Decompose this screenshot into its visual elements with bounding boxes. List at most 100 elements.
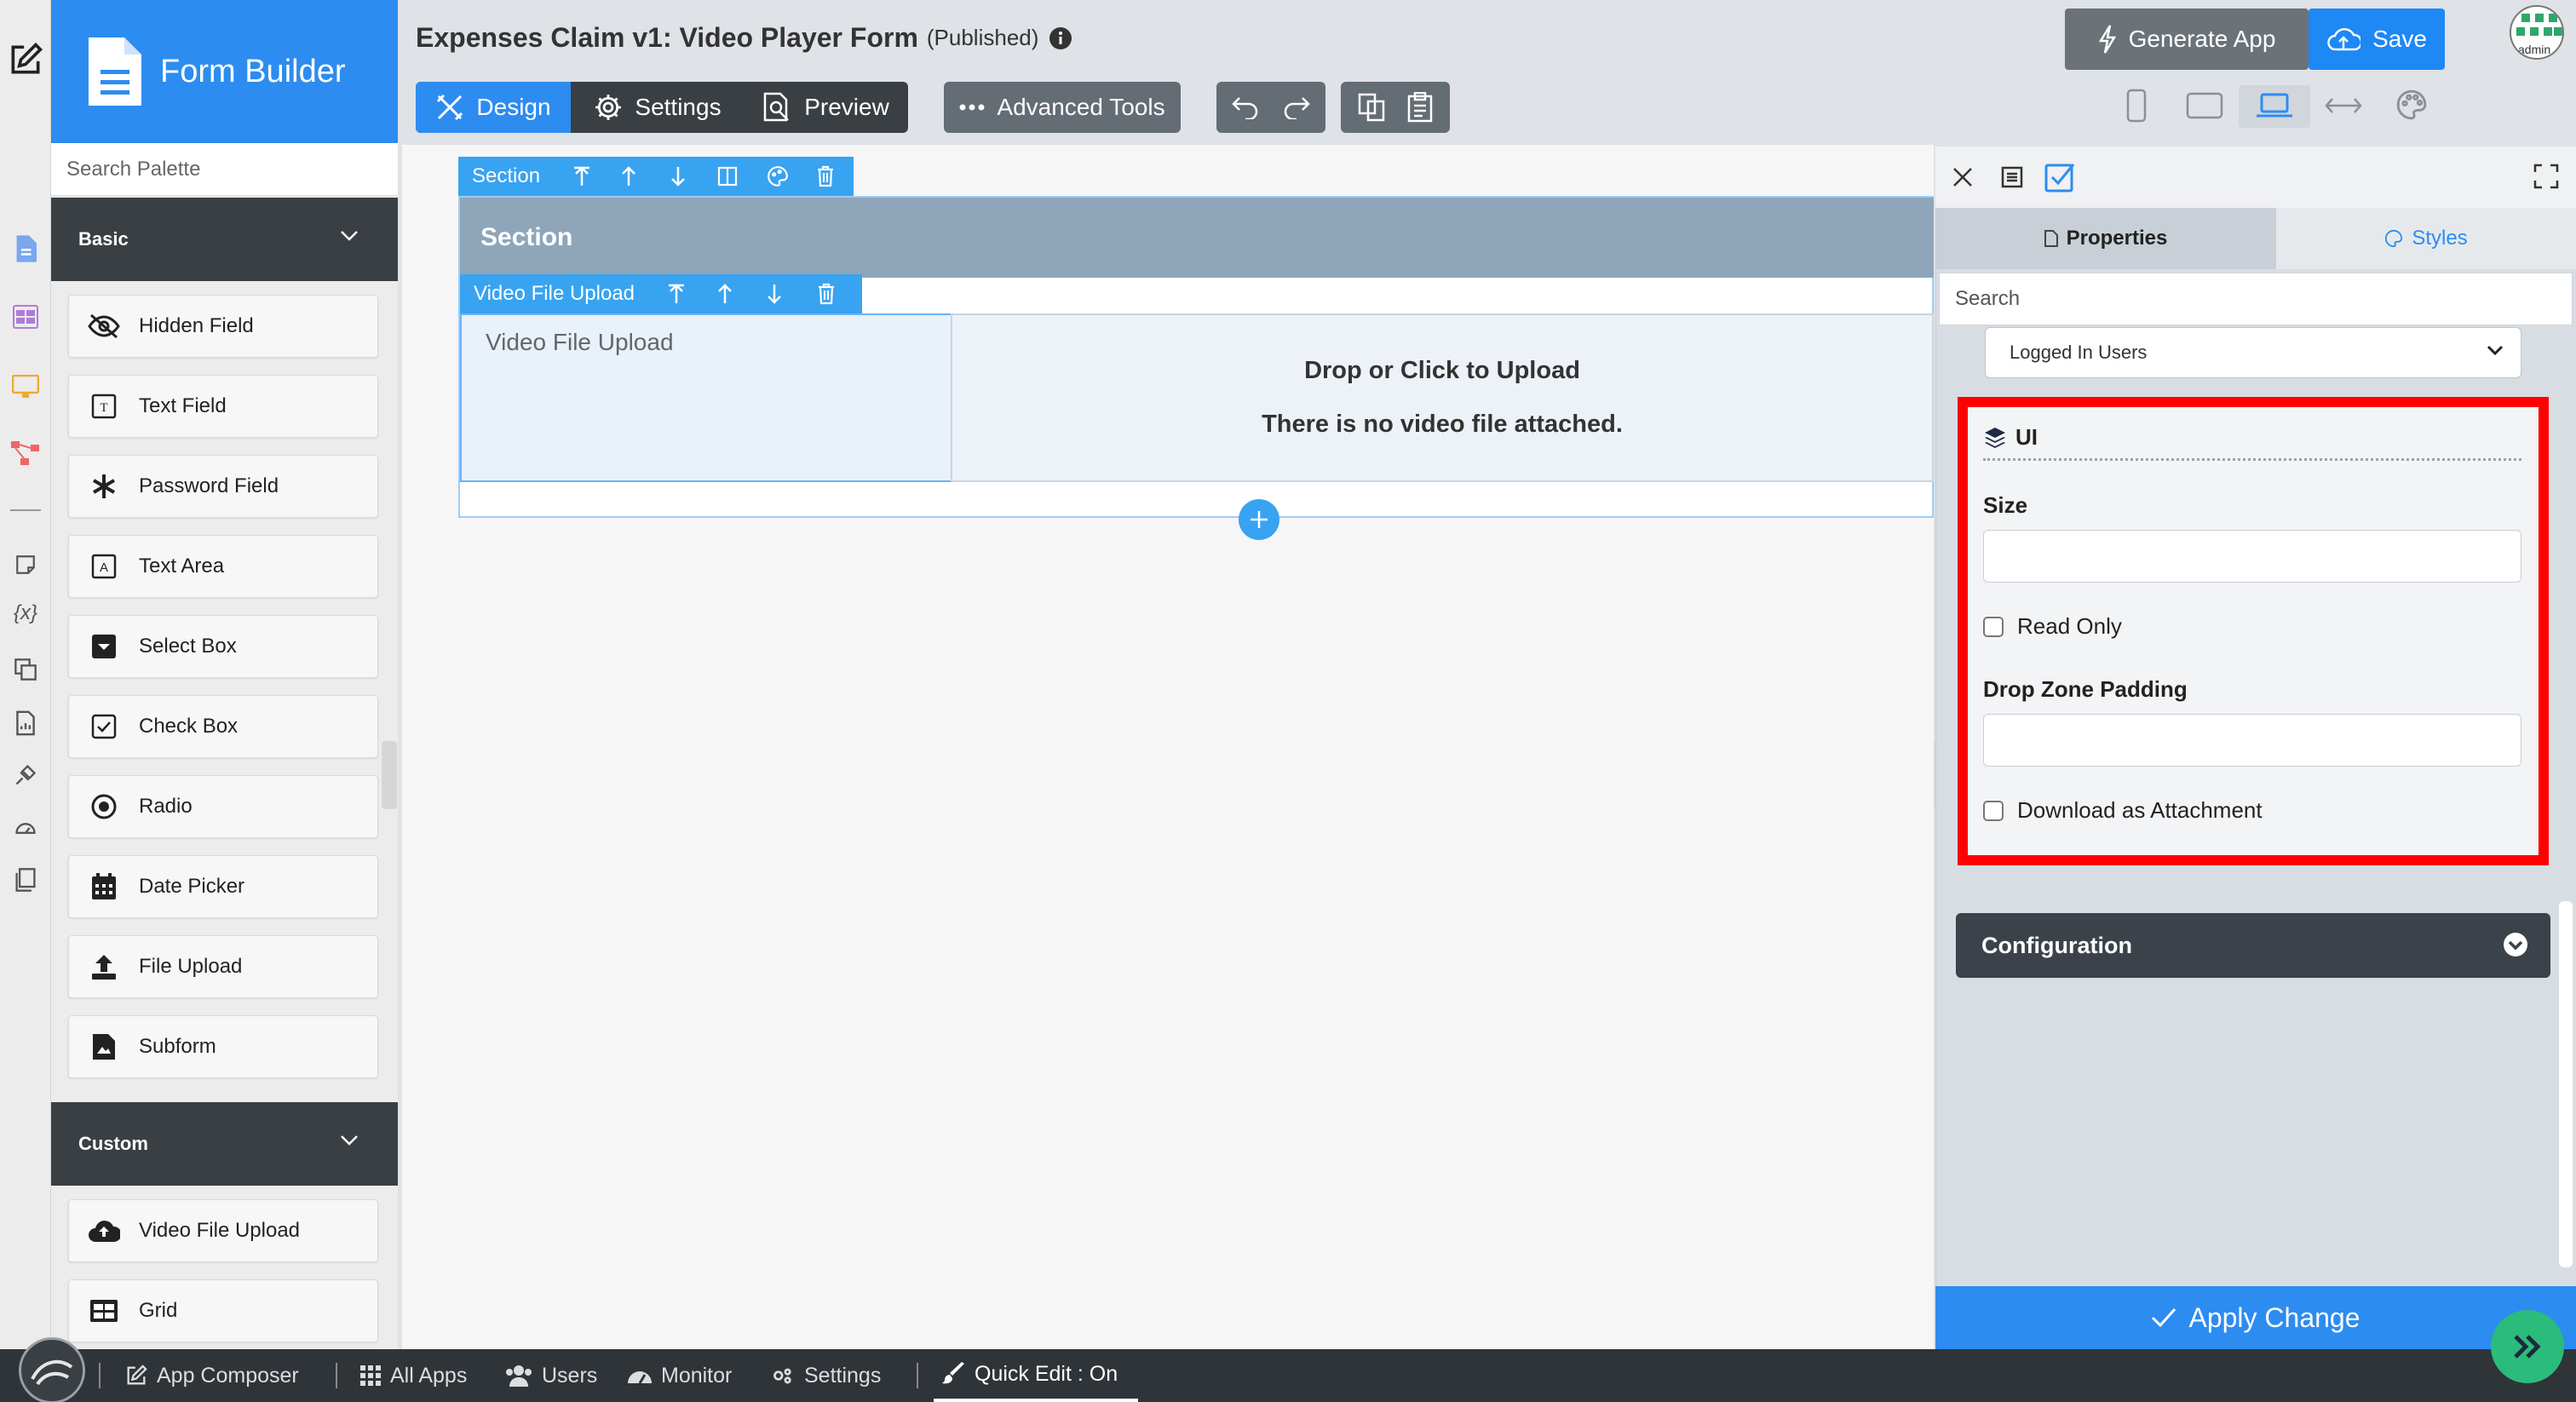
list-icon[interactable] [0,305,51,329]
move-icon[interactable] [572,165,591,187]
tab-properties[interactable]: Properties [1935,208,2276,269]
settings-label: Settings [804,1363,882,1388]
undo-icon[interactable] [1231,95,1260,119]
palette-item-date-picker[interactable]: Date Picker [68,855,378,918]
palette-item-radio[interactable]: Radio [68,775,378,838]
palette-item-file-upload[interactable]: File Upload [68,935,378,998]
move-icon[interactable] [667,283,686,305]
palette-item-label: File Upload [139,955,243,978]
category-basic[interactable]: Basic [51,198,398,281]
variable-icon[interactable]: {x} [0,601,51,625]
size-input[interactable] [1983,530,2521,583]
save-button[interactable]: Save [2309,9,2445,70]
preview-button[interactable]: Preview [750,82,903,133]
form-icon[interactable] [0,235,51,262]
laptop-view-icon[interactable] [2256,92,2293,119]
palette-item-label: Password Field [139,474,279,497]
app-composer-link[interactable]: App Composer [124,1349,299,1402]
palette-item-label: Hidden Field [139,314,254,337]
style-icon[interactable] [767,165,789,187]
package-icon[interactable] [0,867,51,893]
configuration-group[interactable]: Configuration [1956,913,2550,978]
download-attachment-checkbox[interactable] [1983,800,2004,821]
apply-change-button[interactable]: Apply Change [1935,1286,2576,1349]
section-title[interactable]: Section [460,198,1934,278]
read-only-checkbox[interactable] [1983,616,2004,637]
tablet-view-icon[interactable] [2186,92,2223,119]
arrow-down-icon[interactable] [670,165,687,187]
add-section-button[interactable] [1239,499,1279,540]
property-search-input[interactable] [1940,273,2572,325]
palette-item-video-file-upload[interactable]: Video File Upload [68,1199,378,1262]
checked-properties-icon[interactable] [2044,162,2077,192]
palette-item-password-field[interactable]: Password Field [68,455,378,518]
design-button[interactable]: Design [416,82,571,133]
palette-item-grid[interactable]: Grid [68,1279,378,1342]
palette-icon[interactable] [2395,89,2428,121]
avatar[interactable]: admin [2510,5,2564,60]
arrow-up-icon[interactable] [716,283,733,305]
palette-item-label: Text Area [139,554,225,577]
palette-item-label: Text Field [139,394,227,417]
note-icon[interactable] [0,554,51,576]
panel-scrollbar[interactable] [2559,901,2573,1267]
all-apps-link[interactable]: All Apps [359,1349,467,1402]
category-custom[interactable]: Custom [51,1102,398,1186]
copy-icon[interactable] [1358,93,1385,122]
advanced-tools-label: Advanced Tools [997,94,1165,120]
palette-item-hidden-field[interactable]: Hidden Field [68,295,378,358]
monitor-link[interactable]: Monitor [627,1349,732,1402]
palette-item-label: Radio [139,795,193,818]
gauge-icon[interactable] [0,816,51,840]
download-attachment-label: Download as Attachment [2017,797,2263,823]
settings-button[interactable]: Settings [583,82,733,133]
report-icon[interactable] [0,710,51,736]
translate-icon[interactable] [0,658,51,681]
edit-icon[interactable] [0,41,51,78]
mobile-view-icon[interactable] [2125,89,2148,123]
property-search[interactable] [1939,273,2573,325]
trash-icon[interactable] [816,165,835,187]
advanced-tools-button[interactable]: Advanced Tools [944,82,1181,133]
palette-item-text-field[interactable]: T Text Field [68,375,378,438]
joget-logo-icon[interactable] [19,1337,85,1402]
element-list-icon[interactable] [2000,165,2024,189]
process-icon[interactable] [0,440,51,467]
settings-link[interactable]: Settings [767,1349,881,1402]
palette-search-input[interactable] [51,143,398,195]
plus-icon [1249,509,1269,530]
quick-edit-toggle[interactable]: Quick Edit : On [934,1349,1138,1402]
drop-zone-padding-input[interactable] [1983,714,2521,767]
redo-icon[interactable] [1282,95,1311,119]
arrow-up-icon[interactable] [620,165,637,187]
info-icon[interactable] [1049,26,1072,50]
users-link[interactable]: Users [504,1349,597,1402]
columns-icon[interactable] [717,166,738,187]
plugin-icon[interactable] [0,763,51,787]
expand-menu-button[interactable] [2491,1310,2564,1383]
users-label: Users [542,1363,598,1388]
palette-resize-handle[interactable] [382,741,397,809]
palette-item-subform[interactable]: Subform [68,1015,378,1078]
bolt-icon [2098,25,2117,54]
tab-styles[interactable]: Styles [2276,208,2576,269]
generate-app-button[interactable]: Generate App [2065,9,2309,70]
drop-zone[interactable]: Drop or Click to Upload There is no vide… [951,313,1934,482]
read-only-option[interactable]: Read Only [1983,613,2122,640]
palette-item-check-box[interactable]: Check Box [68,695,378,758]
paste-icon[interactable] [1407,92,1433,123]
palette-item-select-box[interactable]: Select Box [68,615,378,678]
palette-search[interactable] [51,143,398,196]
cloud-upload-icon [2326,26,2361,52]
form-builder-brand: Form Builder [51,0,398,143]
ui-icon[interactable] [0,375,51,399]
arrow-down-icon[interactable] [766,283,783,305]
expand-icon[interactable] [2533,164,2559,189]
palette-item-text-area[interactable]: A Text Area [68,535,378,598]
download-attachment-option[interactable]: Download as Attachment [1983,797,2263,824]
close-icon[interactable] [1951,165,1975,189]
permission-select[interactable]: Logged In Users [1985,327,2521,378]
full-width-icon[interactable] [2324,94,2363,118]
text-field-icon: T [88,390,120,422]
trash-icon[interactable] [817,283,836,305]
